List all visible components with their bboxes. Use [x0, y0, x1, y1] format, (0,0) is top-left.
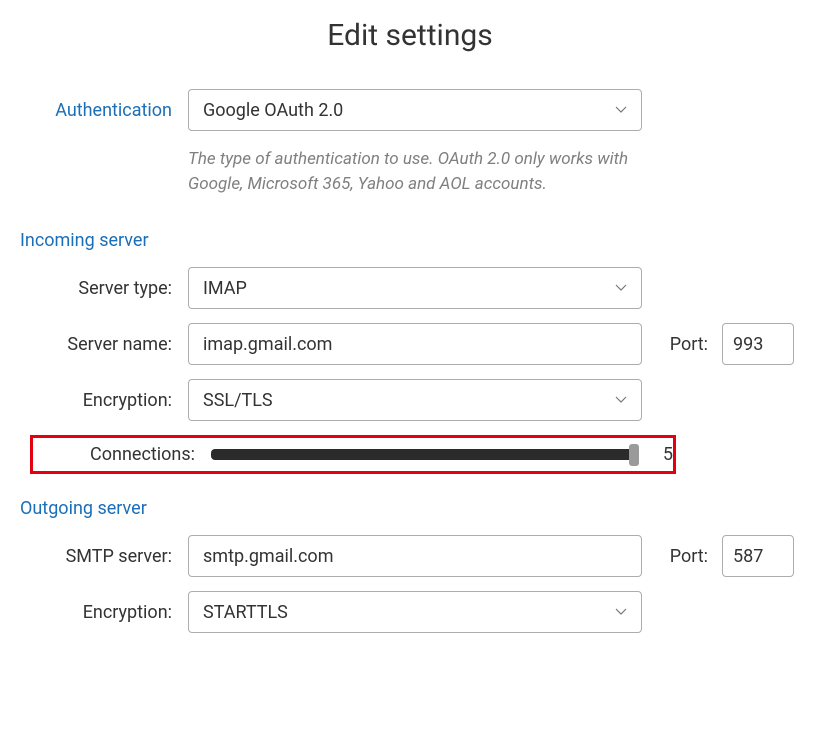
server-name-label: Server name: — [0, 334, 178, 355]
server-type-label: Server type: — [0, 278, 178, 299]
incoming-encryption-selected: SSL/TLS — [203, 390, 273, 411]
outgoing-port-input[interactable] — [722, 535, 794, 577]
incoming-server-header: Incoming server — [0, 220, 802, 253]
smtp-server-input[interactable] — [188, 535, 642, 577]
server-name-input[interactable] — [188, 323, 642, 365]
chevron-down-icon — [615, 284, 627, 292]
incoming-encryption-select[interactable]: SSL/TLS — [188, 379, 642, 421]
connections-value: 5 — [651, 444, 673, 465]
authentication-label: Authentication — [0, 100, 178, 121]
slider-thumb[interactable] — [629, 444, 639, 466]
outgoing-encryption-selected: STARTTLS — [203, 602, 288, 623]
outgoing-port-label: Port: — [652, 546, 712, 567]
authentication-help: The type of authentication to use. OAuth… — [188, 145, 642, 206]
chevron-down-icon — [615, 608, 627, 616]
authentication-select[interactable]: Google OAuth 2.0 — [188, 89, 642, 131]
connections-highlight: Connections: 5 — [30, 435, 676, 474]
incoming-encryption-label: Encryption: — [0, 390, 178, 411]
connections-label: Connections: — [33, 444, 201, 465]
connections-slider[interactable] — [211, 449, 639, 460]
server-type-select[interactable]: IMAP — [188, 267, 642, 309]
page-title: Edit settings — [0, 18, 820, 53]
incoming-port-input[interactable] — [722, 323, 794, 365]
authentication-selected: Google OAuth 2.0 — [203, 100, 343, 121]
chevron-down-icon — [615, 106, 627, 114]
smtp-server-label: SMTP server: — [0, 546, 178, 567]
outgoing-encryption-select[interactable]: STARTTLS — [188, 591, 642, 633]
outgoing-server-header: Outgoing server — [0, 488, 802, 521]
incoming-port-label: Port: — [652, 334, 712, 355]
chevron-down-icon — [615, 396, 627, 404]
outgoing-encryption-label: Encryption: — [0, 602, 178, 623]
server-type-selected: IMAP — [203, 278, 247, 299]
